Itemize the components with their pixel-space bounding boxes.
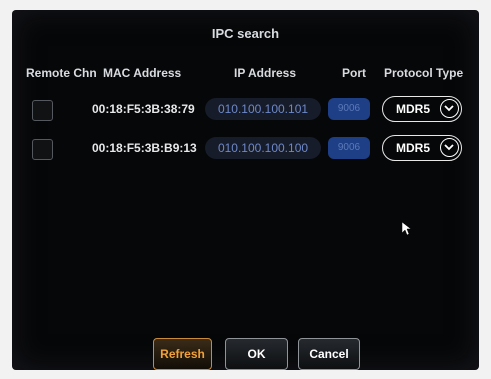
protocol-type-select[interactable]: MDR5 — [382, 135, 462, 161]
protocol-type-value: MDR5 — [396, 141, 431, 155]
dialog-title: IPC search — [211, 26, 280, 41]
ok-button[interactable]: OK — [225, 338, 288, 370]
mac-address: 00:18:F5:3B:B9:13 — [92, 141, 197, 155]
mac-address: 00:18:F5:3B:38:79 — [92, 102, 195, 116]
refresh-button[interactable]: Refresh — [153, 338, 212, 370]
column-header-ip-address: IP Address — [234, 66, 297, 80]
chevron-down-icon[interactable] — [440, 99, 459, 118]
column-header-remote-chn: Remote Chn — [26, 66, 97, 80]
protocol-type-select[interactable]: MDR5 — [382, 96, 462, 122]
chevron-down-icon[interactable] — [440, 138, 459, 157]
ipc-search-dialog: IPC search Remote Chn MAC Address IP Add… — [12, 10, 479, 370]
remote-chn-checkbox[interactable] — [32, 139, 53, 160]
ip-address-field[interactable]: 010.100.100.101 — [205, 98, 321, 120]
column-header-port: Port — [342, 66, 366, 80]
mouse-pointer-icon — [402, 222, 412, 236]
remote-chn-checkbox[interactable] — [32, 100, 53, 121]
column-header-mac-address: MAC Address — [103, 66, 182, 80]
cancel-button[interactable]: Cancel — [298, 338, 360, 370]
table-row: 00:18:F5:3B:38:79 010.100.100.101 9006 M… — [12, 96, 479, 125]
port-field[interactable]: 9006 — [328, 98, 370, 120]
column-header-protocol-type: Protocol Type — [384, 66, 464, 80]
table-row: 00:18:F5:3B:B9:13 010.100.100.100 9006 M… — [12, 135, 479, 164]
port-field[interactable]: 9006 — [328, 137, 370, 159]
ip-address-field[interactable]: 010.100.100.100 — [205, 137, 321, 159]
protocol-type-value: MDR5 — [396, 102, 431, 116]
